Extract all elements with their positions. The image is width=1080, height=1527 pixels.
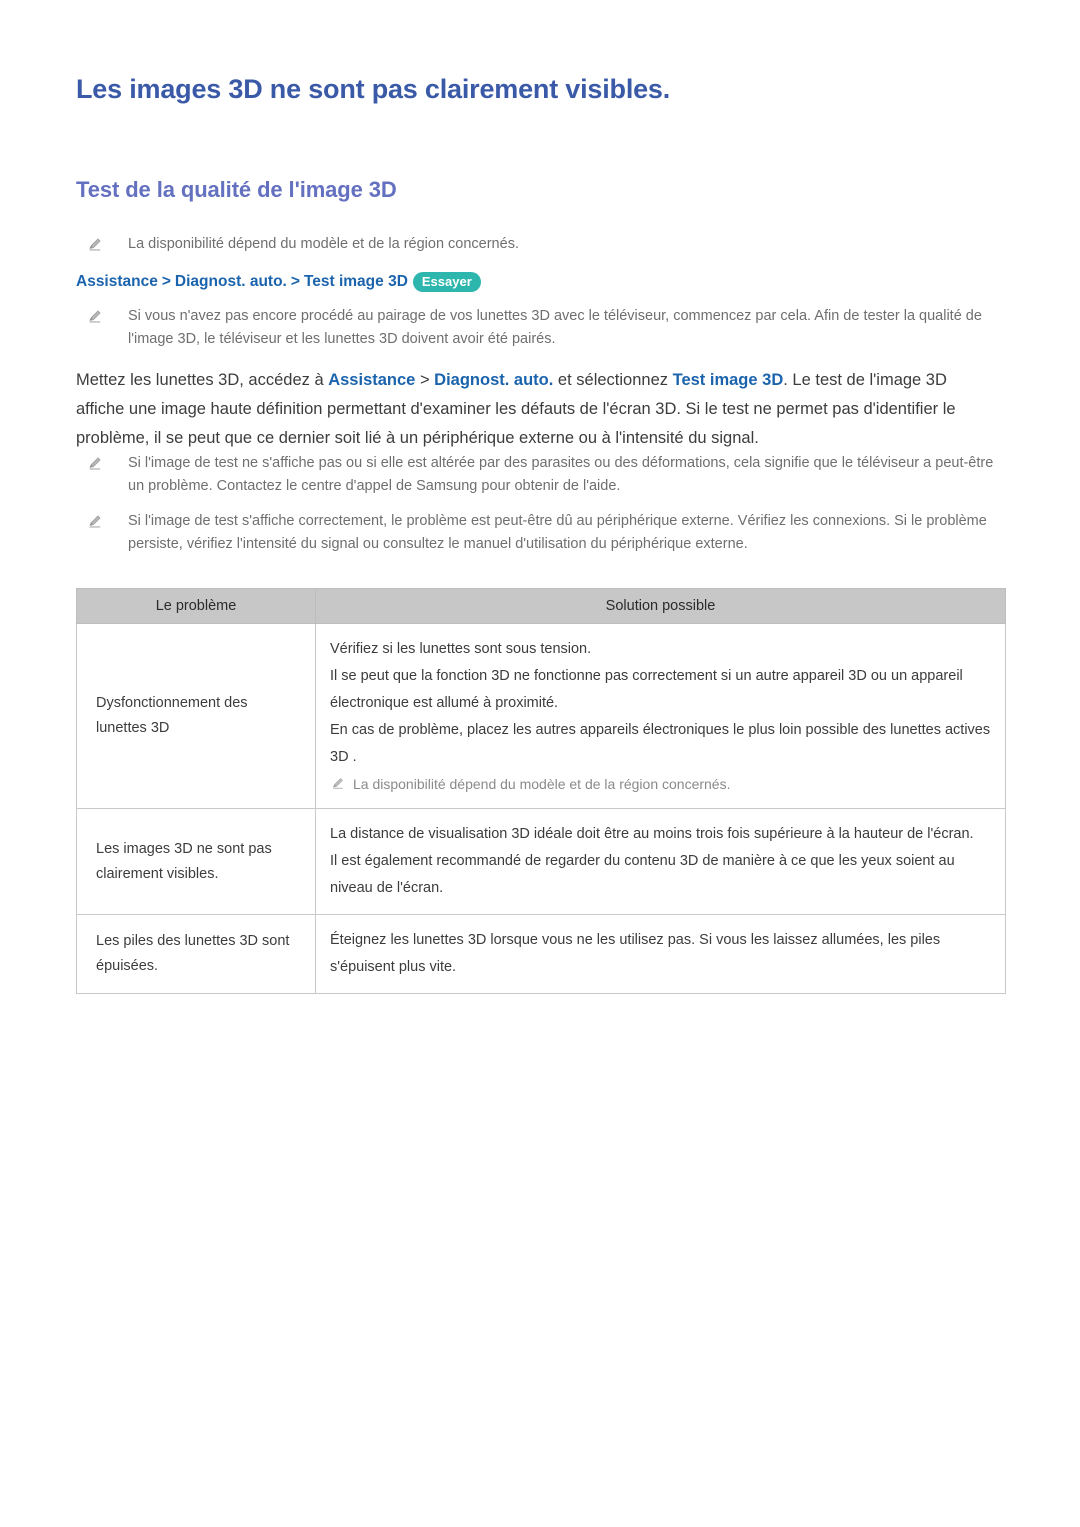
document-page: Les images 3D ne sont pas clairement vis… xyxy=(0,0,1080,1527)
pencil-icon xyxy=(86,236,103,253)
solution-line: La distance de visualisation 3D idéale d… xyxy=(330,826,974,842)
note-test-image-not-displayed: Si l'image de test ne s'affiche pas ou s… xyxy=(86,452,1006,498)
solution-line: Il est également recommandé de regarder … xyxy=(330,853,955,896)
table-cell-problem: Les piles des lunettes 3D sont épuisées. xyxy=(76,914,316,994)
try-badge[interactable]: Essayer xyxy=(412,272,481,292)
table-header-solution: Solution possible xyxy=(315,588,1006,624)
table-cell-problem: Dysfonctionnement des lunettes 3D xyxy=(76,623,316,809)
solution-line: Éteignez les lunettes 3D lorsque vous ne… xyxy=(330,932,941,975)
note-text: Si l'image de test s'affiche correctemen… xyxy=(128,513,987,552)
pencil-icon xyxy=(86,455,103,472)
pencil-icon xyxy=(330,776,345,791)
solution-line: Il se peut que la fonction 3D ne fonctio… xyxy=(330,668,963,711)
note-test-image-displayed: Si l'image de test s'affiche correctemen… xyxy=(86,510,1006,556)
cell-note: La disponibilité dépend du modèle et de … xyxy=(330,772,991,796)
note-availability: La disponibilité dépend du modèle et de … xyxy=(86,233,986,256)
breadcrumb-item-assistance[interactable]: Assistance xyxy=(76,273,158,291)
breadcrumb-item-test-image-3d[interactable]: Test image 3D xyxy=(304,273,408,291)
table-header-problem: Le problème xyxy=(76,588,316,624)
paragraph-part-1: Mettez les lunettes 3D, accédez à xyxy=(76,371,329,389)
note-text: Si l'image de test ne s'affiche pas ou s… xyxy=(128,455,994,494)
table-row: Dysfonctionnement des lunettes 3D Vérifi… xyxy=(76,623,1006,809)
note-text: La disponibilité dépend du modèle et de … xyxy=(128,236,519,252)
inline-link-diagnostic[interactable]: Diagnost. auto. xyxy=(434,371,553,389)
troubleshooting-table: Le problème Solution possible Dysfonctio… xyxy=(76,588,1006,994)
solution-line: En cas de problème, placez les autres ap… xyxy=(330,722,991,765)
inline-separator: > xyxy=(415,371,435,389)
inline-link-test-image-3d[interactable]: Test image 3D xyxy=(673,371,784,389)
table-row: Les images 3D ne sont pas clairement vis… xyxy=(76,808,1006,915)
main-paragraph: Mettez les lunettes 3D, accédez à Assist… xyxy=(76,366,976,453)
table-cell-problem: Les images 3D ne sont pas clairement vis… xyxy=(76,808,316,915)
table-row: Les piles des lunettes 3D sont épuisées.… xyxy=(76,914,1006,994)
pencil-icon xyxy=(86,308,103,325)
table-cell-solution: La distance de visualisation 3D idéale d… xyxy=(315,808,1006,915)
inline-link-assistance[interactable]: Assistance xyxy=(328,371,415,389)
table-cell-solution: Éteignez les lunettes 3D lorsque vous ne… xyxy=(315,914,1006,994)
section-title: Test de la qualité de l'image 3D xyxy=(76,177,397,202)
cell-note-text: La disponibilité dépend du modèle et de … xyxy=(353,776,731,792)
note-text: Si vous n'avez pas encore procédé au pai… xyxy=(128,308,982,347)
solution-line: Vérifiez si les lunettes sont sous tensi… xyxy=(330,641,592,657)
breadcrumb: Assistance > Diagnost. auto. > Test imag… xyxy=(76,272,481,292)
breadcrumb-separator: > xyxy=(161,273,171,290)
note-pairing: Si vous n'avez pas encore procédé au pai… xyxy=(86,305,1006,351)
pencil-icon xyxy=(86,513,103,530)
breadcrumb-separator: > xyxy=(290,273,300,290)
table-cell-solution: Vérifiez si les lunettes sont sous tensi… xyxy=(315,623,1006,809)
paragraph-part-2: et sélectionnez xyxy=(553,371,673,389)
page-title: Les images 3D ne sont pas clairement vis… xyxy=(76,74,671,104)
breadcrumb-item-diagnostic[interactable]: Diagnost. auto. xyxy=(175,273,287,291)
table-header-row: Le problème Solution possible xyxy=(76,588,1006,624)
